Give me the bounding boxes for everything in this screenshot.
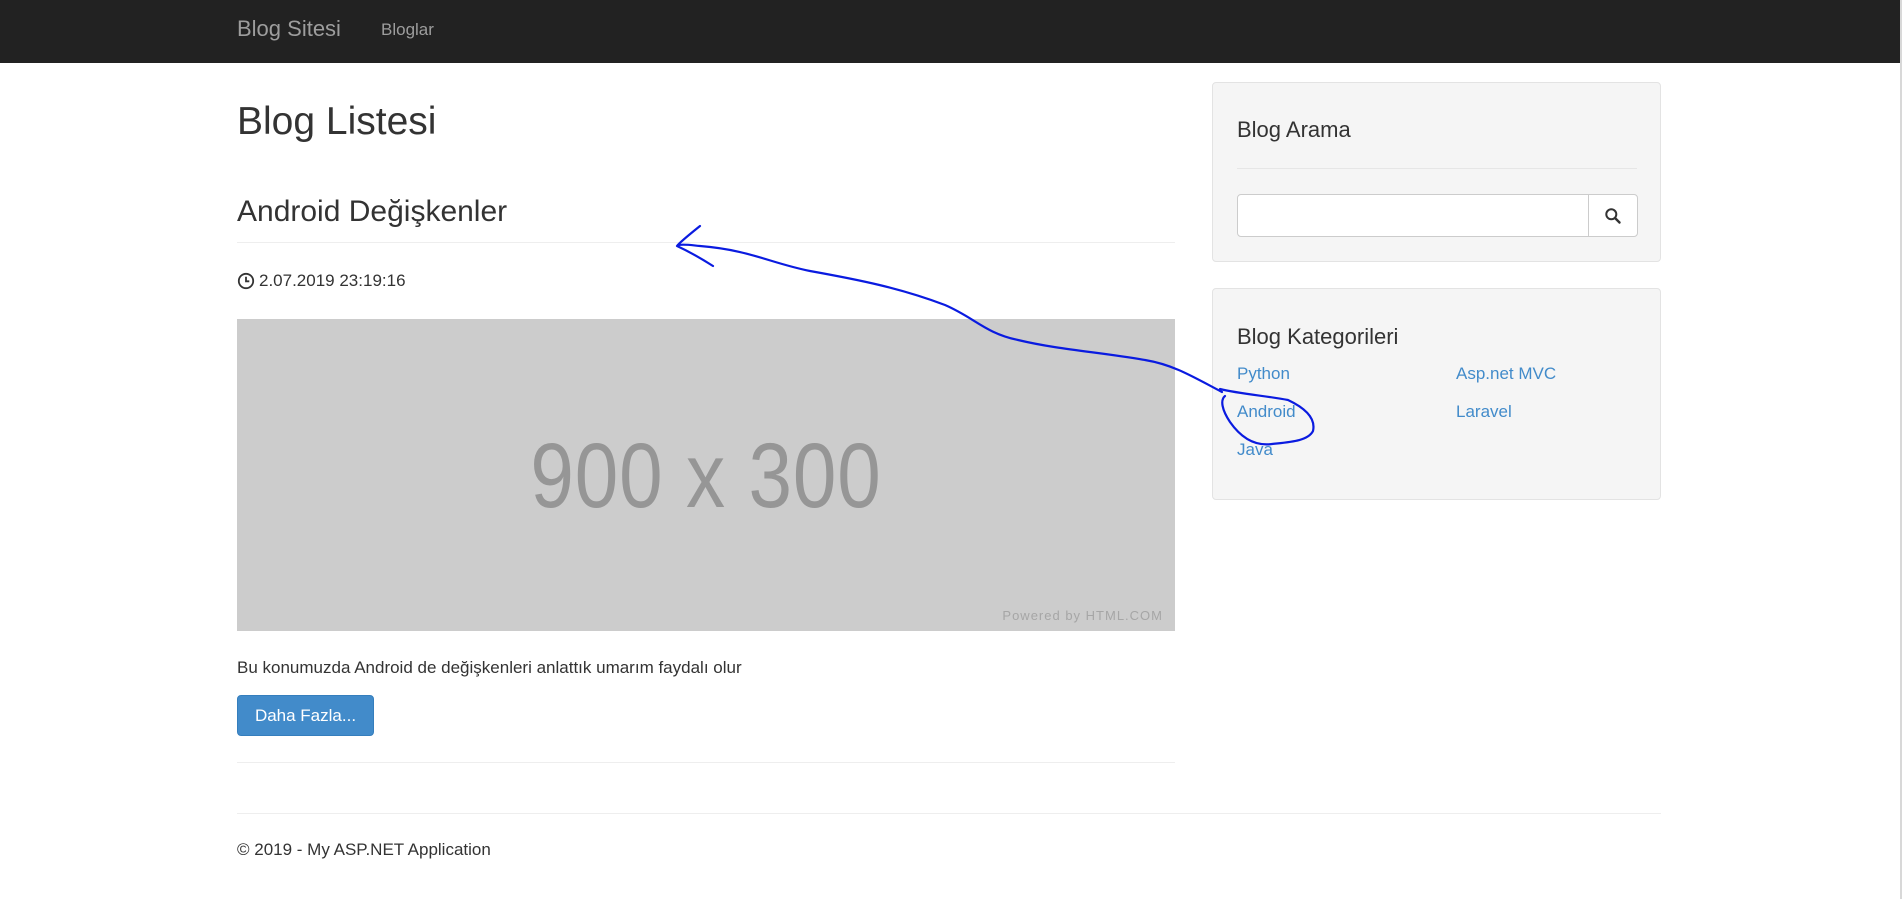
nav-link-bloglar[interactable]: Bloglar xyxy=(381,20,434,40)
search-button[interactable] xyxy=(1588,194,1638,237)
search-input[interactable] xyxy=(1237,194,1589,237)
post-title: Android Değişkenler xyxy=(237,195,508,228)
categories-panel: Blog Kategorileri Python Asp.net MVC And… xyxy=(1212,288,1661,500)
category-link-laravel[interactable]: Laravel xyxy=(1456,402,1512,422)
footer-text: © 2019 - My ASP.NET Application xyxy=(237,840,491,859)
top-navbar: Blog Sitesi Bloglar xyxy=(0,0,1900,63)
categories-panel-title: Blog Kategorileri xyxy=(1237,324,1399,349)
divider xyxy=(237,242,1175,243)
post-date-text: 2.07.2019 23:19:16 xyxy=(259,271,406,290)
category-link-java[interactable]: Java xyxy=(1237,440,1273,460)
post-date: 2.07.2019 23:19:16 xyxy=(237,270,406,292)
image-credit: Powered by HTML.COM xyxy=(1002,608,1163,623)
search-icon xyxy=(1605,207,1621,224)
navbar-brand[interactable]: Blog Sitesi xyxy=(237,16,341,42)
post-excerpt: Bu konumuzda Android de değişkenleri anl… xyxy=(237,658,742,677)
divider xyxy=(237,762,1175,763)
category-link-aspnet-mvc[interactable]: Asp.net MVC xyxy=(1456,364,1556,384)
divider xyxy=(1237,168,1637,169)
search-panel: Blog Arama xyxy=(1212,82,1661,262)
footer-divider xyxy=(237,813,1661,814)
clock-icon xyxy=(237,272,255,290)
image-size-label: 900 x 300 xyxy=(530,425,882,527)
read-more-button[interactable]: Daha Fazla... xyxy=(237,695,374,736)
page-title: Blog Listesi xyxy=(237,100,437,143)
search-panel-title: Blog Arama xyxy=(1237,117,1351,142)
category-link-python[interactable]: Python xyxy=(1237,364,1290,384)
category-link-android[interactable]: Android xyxy=(1237,402,1296,422)
annotation-arrowhead xyxy=(675,224,715,268)
post-image-placeholder: 900 x 300 Powered by HTML.COM xyxy=(237,319,1175,631)
